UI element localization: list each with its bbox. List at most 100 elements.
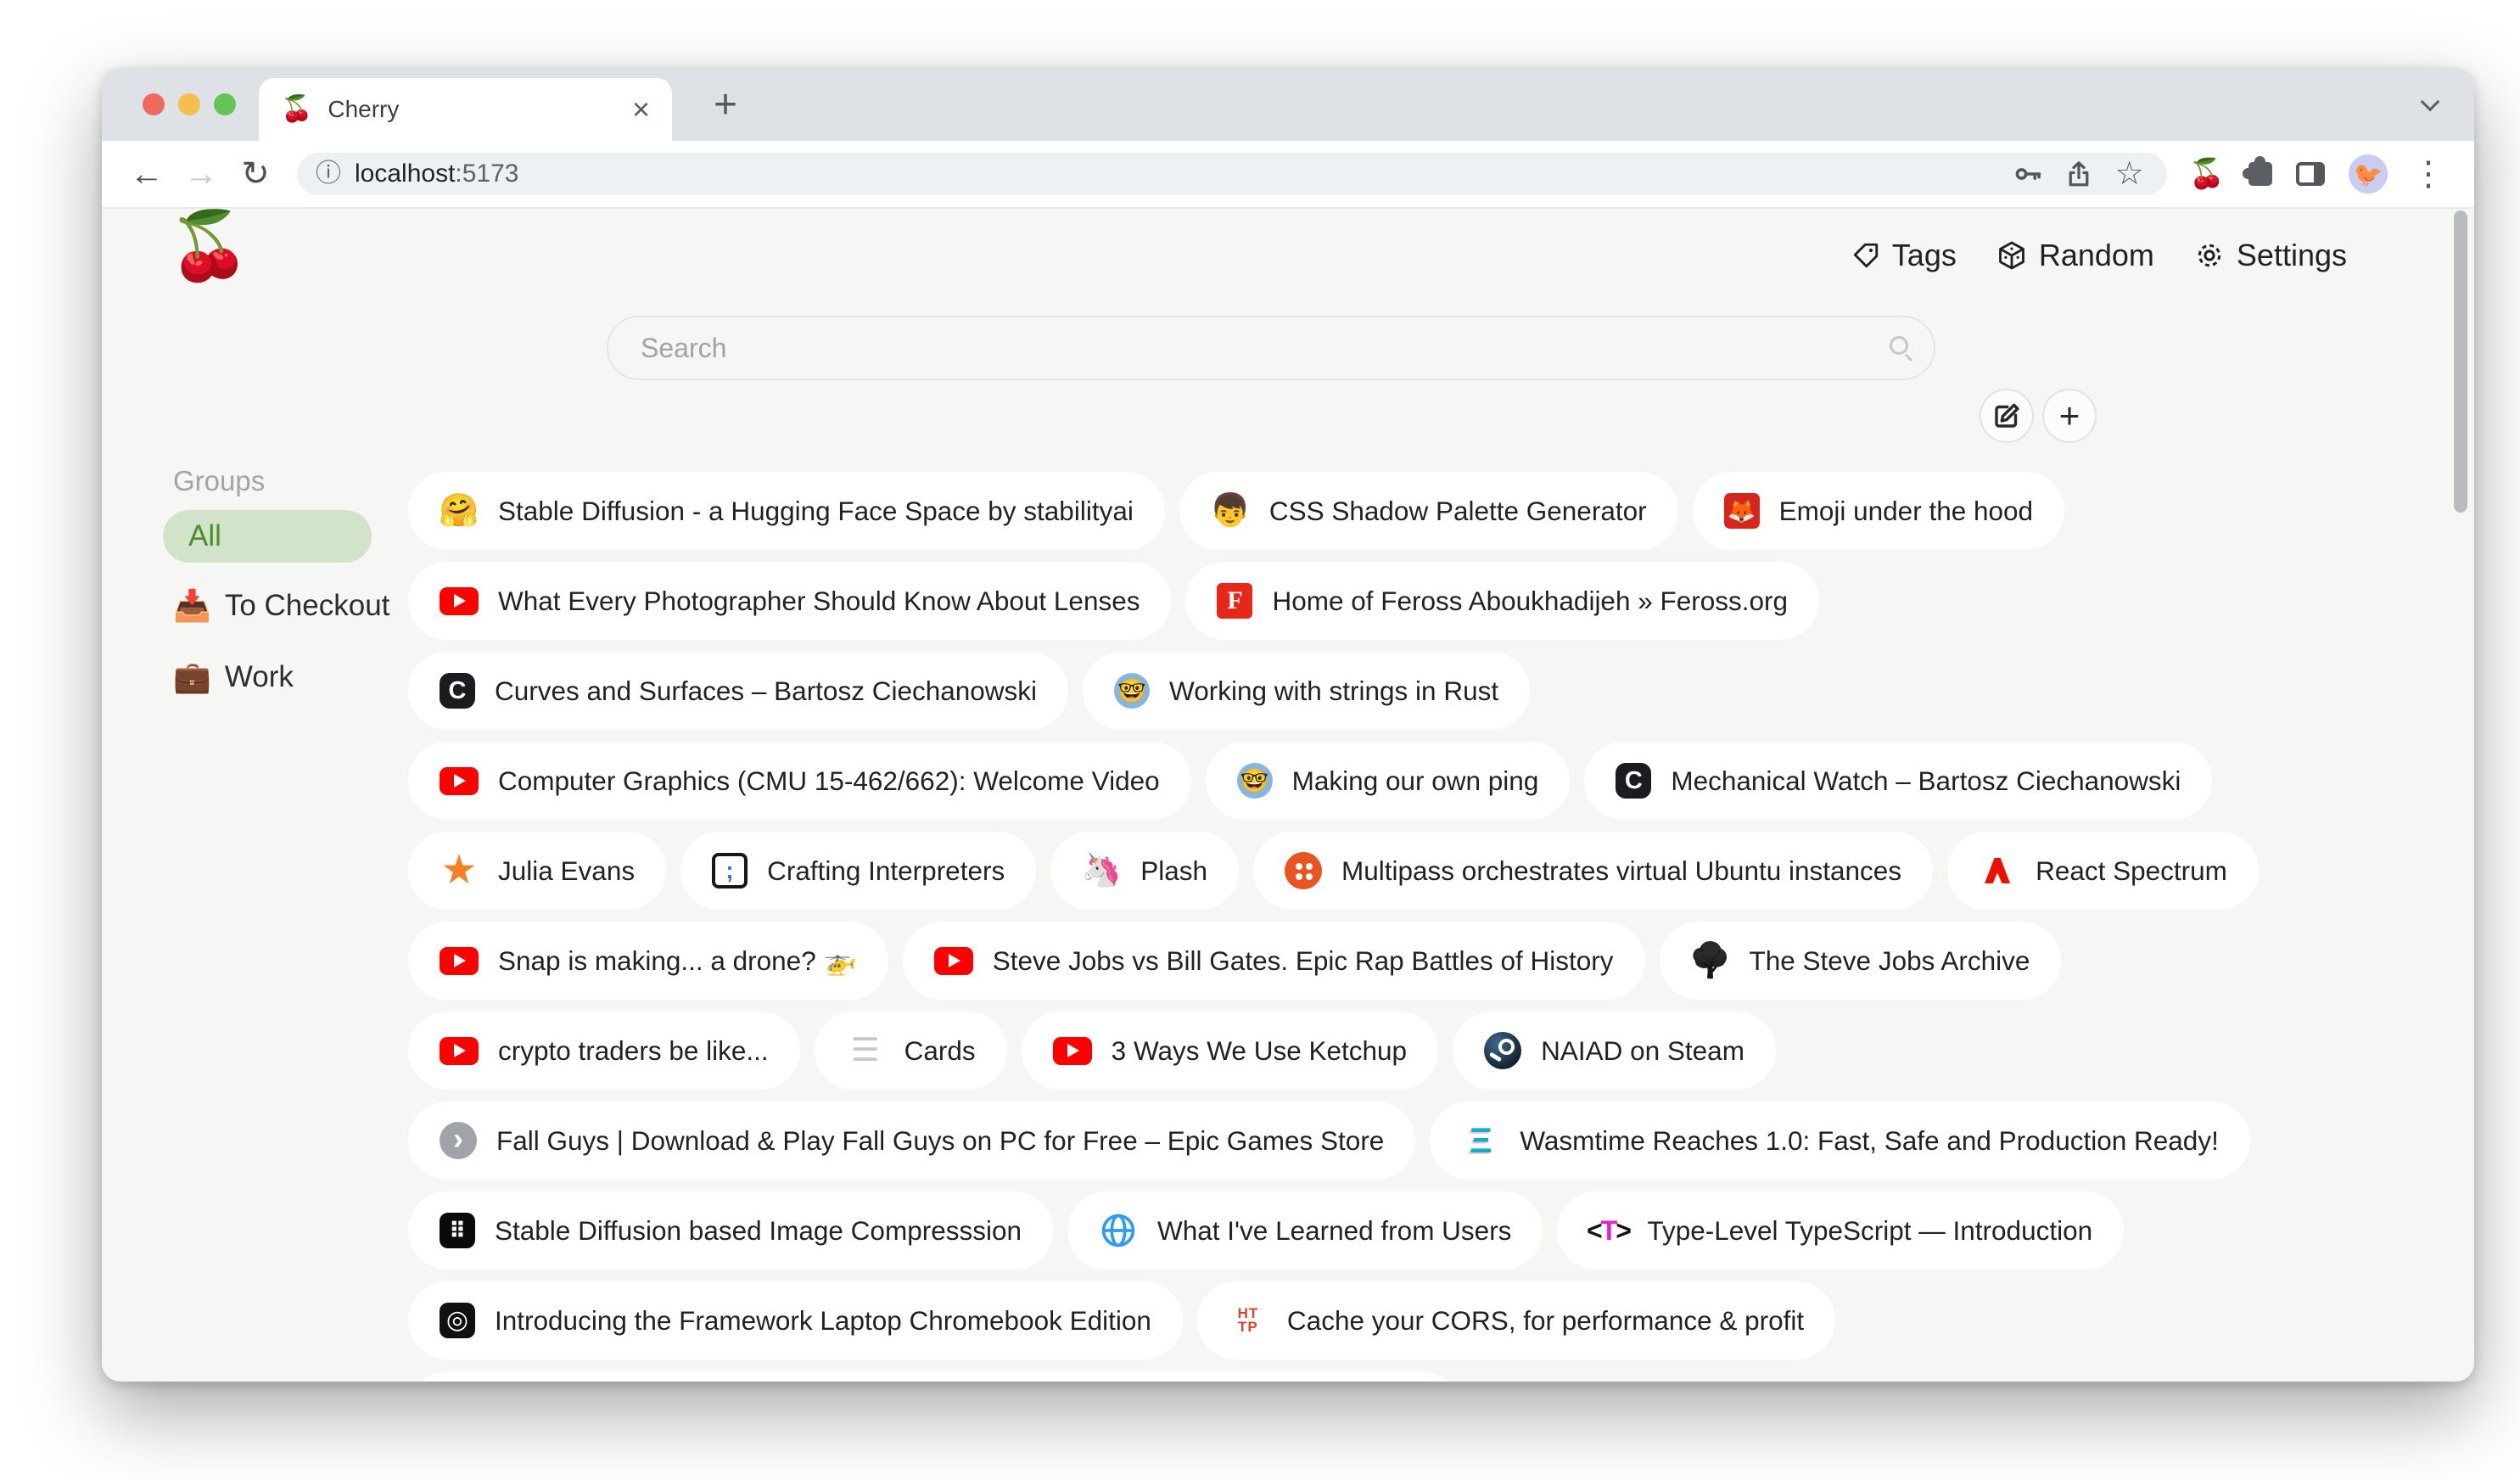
bookmark-pill[interactable]: ΞWasmtime Reaches 1.0: Fast, Safe and Pr… [1430,1102,2249,1180]
bookmark-row: ›Fall Guys | Download & Play Fall Guys o… [408,1102,2259,1180]
bookmark-label: Steve Jobs vs Bill Gates. Epic Rap Battl… [993,945,1614,977]
ciechanowski-icon: C [440,673,475,709]
extensions-puzzle-icon[interactable] [2248,162,2272,186]
bookmark-star-icon[interactable]: ☆ [2111,158,2148,190]
random-button[interactable]: Random [1996,238,2154,273]
bookmark-label: Mechanical Watch – Bartosz Ciechanowski [1671,765,2181,797]
bookmark-pill[interactable]: crypto traders be like... [408,1012,800,1090]
dice-icon [1996,239,2028,272]
desktop-background: 🍒 Cherry × + ← → ↻ ⓘ localhost:5173 [0,0,2520,1480]
browser-tab[interactable]: 🍒 Cherry × [259,78,672,141]
page-scrollbar-thumb[interactable] [2454,210,2467,513]
password-key-icon[interactable] [2009,159,2047,189]
window-zoom-button[interactable] [214,93,236,115]
bookmark-pill[interactable]: Steve Jobs vs Bill Gates. Epic Rap Battl… [903,922,1645,1000]
bookmark-label: Computer Graphics (CMU 15-462/662): Welc… [498,765,1160,797]
window-close-button[interactable] [143,93,165,115]
youtube-icon [440,587,479,615]
bookmark-pill[interactable]: 🤓Working with strings in Rust [1083,652,1530,730]
bookmark-pill[interactable]: 👦CSS Shadow Palette Generator [1179,472,1678,550]
tab-strip: 🍒 Cherry × + [102,68,2474,141]
bookmark-pill[interactable]: CMechanical Watch – Bartosz Ciechanowski [1584,742,2212,820]
bookmark-pill[interactable]: <T>Type-Level TypeScript — Introduction [1557,1191,2124,1270]
tab-search-chevron-icon[interactable] [2421,92,2440,112]
bookmark-label: Plash [1140,855,1207,887]
amos-avatar-icon: 🤓 [1237,763,1273,799]
search-input[interactable] [608,333,1934,364]
bookmark-label: Home of Feross Aboukhadijeh » Feross.org [1272,586,1788,617]
book-icon: ; [712,853,748,889]
gear-icon [2193,239,2226,272]
bookmark-pill[interactable]: React Spectrum [1947,832,2259,910]
http-toolkit-icon: HTTP [1229,1302,1268,1339]
tab-close-icon[interactable]: × [632,94,650,125]
browser-menu-icon[interactable]: ⋮ [2411,157,2445,191]
bookmark-row: ⠿Stable Diffusion based Image Compresssi… [408,1191,2259,1270]
cherry-extension-icon[interactable]: 🍒 [2189,160,2225,188]
group-all-label: All [188,519,221,553]
sidebar-item-all[interactable]: All [163,510,372,563]
bookmark-pill[interactable]: 3 Ways We Use Ketchup [1022,1012,1438,1090]
bookmark-label: Stable Diffusion - a Hugging Face Space … [498,496,1134,527]
bookmark-pill[interactable]: 🌳The Steve Jobs Archive [1660,922,2062,1000]
bookmark-pill[interactable]: Snap is making... a drone? 🚁 [408,922,888,1000]
bookmark-row: Snap is making... a drone? 🚁 Steve Jobs v… [408,922,2259,1000]
bookmark-pill[interactable]: Computer Graphics (CMU 15-462/662): Welc… [408,742,1191,820]
epic-games-icon: › [440,1122,477,1159]
bookmark-pill[interactable]: HTTP Cache your CORS, for performance & p… [1197,1281,1835,1359]
bookmark-pill[interactable]: 🤗Stable Diffusion - a Hugging Face Space… [408,472,1165,550]
bookmark-pill-partial[interactable] [408,1371,1460,1382]
forward-button[interactable]: → [176,149,226,199]
bookmark-pill[interactable]: ☰Cards [815,1012,1007,1090]
bookmark-pill[interactable]: What I've Learned from Users [1067,1191,1543,1270]
bookmark-label: Curves and Surfaces – Bartosz Ciechanows… [495,676,1037,707]
new-tab-button[interactable]: + [701,80,750,129]
side-panel-icon[interactable] [2296,162,2325,186]
bookmark-label: Wasmtime Reaches 1.0: Fast, Safe and Pro… [1520,1125,2218,1157]
bookmark-pill[interactable]: FHome of Feross Aboukhadijeh » Feross.or… [1185,562,1819,640]
sidebar-item-work[interactable]: 💼 Work [173,660,294,694]
bookmark-pill[interactable]: ⠿Stable Diffusion based Image Compresssi… [408,1191,1053,1270]
group-work-label: Work [225,660,294,694]
window-minimize-button[interactable] [178,93,200,115]
bookmark-pill[interactable]: C Curves and Surfaces – Bartosz Ciechanow… [408,652,1068,730]
bookmark-pill[interactable]: 🦊Emoji under the hood [1693,472,2064,550]
bookmark-pill[interactable]: NAIAD on Steam [1453,1012,1776,1090]
bookmark-pill[interactable]: 🦄Plash [1050,832,1239,910]
bookmark-label: Introducing the Framework Laptop Chromeb… [495,1305,1151,1337]
youtube-icon [440,1037,479,1065]
reload-button[interactable]: ↻ [231,149,280,199]
bookmark-pill[interactable]: ›Fall Guys | Download & Play Fall Guys o… [408,1102,1415,1180]
bookmark-label: Working with strings in Rust [1169,676,1498,707]
lines-icon: ☰ [846,1032,885,1069]
sidebar-item-to-checkout[interactable]: 📥 To Checkout [173,589,389,623]
url-bar[interactable]: ⓘ localhost:5173 ☆ [297,153,2167,195]
bookmark-pill[interactable]: ;Crafting Interpreters [680,832,1036,910]
fox-red-icon: 🦊 [1724,493,1760,529]
bookmark-pill[interactable]: What Every Photographer Should Know Abou… [408,562,1171,640]
browser-window: 🍒 Cherry × + ← → ↻ ⓘ localhost:5173 [102,68,2474,1382]
profile-avatar[interactable]: 🐦 [2349,154,2388,193]
bookmark-pill[interactable]: Multipass orchestrates virtual Ubuntu in… [1253,832,1933,910]
person-avatar-icon: 👦 [1211,492,1250,530]
page-content: 🍒 Tags Random Settings [102,209,2474,1380]
bookmark-label: Type-Level TypeScript — Introduction [1647,1215,2092,1247]
youtube-icon [440,767,479,795]
cherry-logo: 🍒 [168,212,250,278]
framework-icon: ◎ [440,1303,475,1338]
back-button[interactable]: ← [122,149,171,199]
settings-button[interactable]: Settings [2193,238,2347,273]
bookmark-label: What Every Photographer Should Know Abou… [498,586,1140,617]
edit-button[interactable] [1980,389,2034,443]
bookmark-pill[interactable]: 🤓Making our own ping [1206,742,1571,820]
bookmark-label: Cache your CORS, for performance & profi… [1287,1305,1804,1337]
share-icon[interactable] [2060,159,2097,189]
briefcase-icon: 💼 [173,662,211,692]
bookmark-pill[interactable]: ◎ Introducing the Framework Laptop Chrome… [408,1281,1183,1359]
bookmark-label: crypto traders be like... [498,1035,769,1067]
tags-button[interactable]: Tags [1851,238,1957,273]
add-bookmark-button[interactable]: + [2042,389,2097,443]
bookmark-grid: 🤗Stable Diffusion - a Hugging Face Space… [408,472,2259,1359]
site-info-icon[interactable]: ⓘ [316,161,341,187]
bookmark-pill[interactable]: ★Julia Evans [408,832,666,910]
